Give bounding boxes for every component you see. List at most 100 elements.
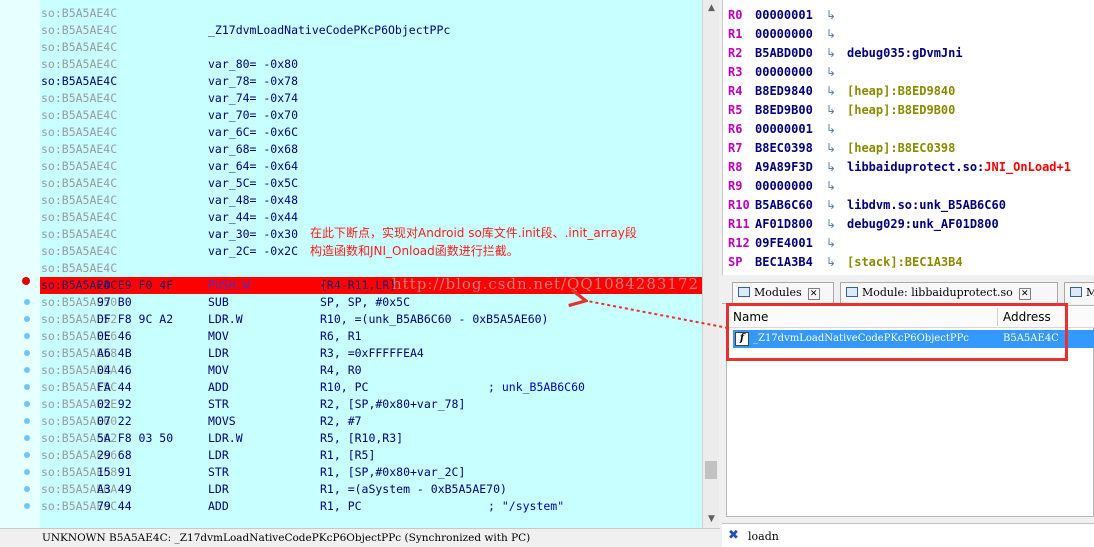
jump-arrow-icon[interactable]: ↳: [826, 44, 836, 63]
jump-arrow-icon[interactable]: ↳: [826, 158, 836, 177]
disasm-line[interactable]: so:B5A5AE60 07 22 MOVS R2, #7: [40, 413, 702, 430]
tab-modules[interactable]: Modules ✕: [732, 282, 834, 304]
register-reference[interactable]: [heap]:B8EC0398: [847, 139, 955, 158]
breakpoint-slot-icon[interactable]: [24, 333, 30, 339]
jump-arrow-icon[interactable]: ↳: [826, 253, 836, 272]
breakpoint-icon[interactable]: [22, 277, 30, 285]
disasm-line[interactable]: so:B5A5AE4C var_5C= -0x5C: [40, 175, 702, 192]
register-row[interactable]: R1 00000000 ↳: [723, 25, 1094, 44]
disasm-line[interactable]: so:B5A5AE52 DF F8 9C A2 LDR.W R10, =(unk_B5…: [40, 311, 702, 328]
jump-arrow-icon[interactable]: ↳: [826, 139, 836, 158]
disasm-line[interactable]: so:B5A5AE5A 04 46 MOV R4, R0: [40, 362, 702, 379]
module-icon: [738, 287, 750, 297]
jump-arrow-icon[interactable]: ↳: [826, 196, 836, 215]
register-reference[interactable]: libbaiduprotect.so:JNI_OnLoad+1: [847, 158, 1071, 177]
close-filter-icon[interactable]: ✖: [728, 528, 739, 544]
scrollbar-thumb[interactable]: [705, 461, 717, 479]
breakpoint-slot-icon[interactable]: [24, 384, 30, 390]
jump-arrow-icon[interactable]: ↳: [826, 177, 836, 196]
register-row[interactable]: R4 B8ED9840 ↳ [heap]:B8ED9840: [723, 82, 1094, 101]
jump-arrow-icon[interactable]: ↳: [826, 6, 836, 25]
breakpoint-slot-icon[interactable]: [24, 299, 30, 305]
jump-arrow-icon[interactable]: ↳: [826, 101, 836, 120]
disasm-line[interactable]: so:B5A5AE5C FA 44 ADD R10, PC; unk_B5AB6C60: [40, 379, 702, 396]
disassembly-view[interactable]: so:B5A5AE4C so:B5A5AE4C _Z17dvmLoadNativeC…: [40, 0, 702, 528]
breakpoint-slot-icon[interactable]: [24, 401, 30, 407]
register-value: 00000001: [755, 8, 813, 22]
disasm-line[interactable]: so:B5A5AE4C _Z17dvmLoadNativeCodePKcP6Obj…: [40, 22, 702, 39]
filter-input[interactable]: [748, 526, 1048, 546]
register-row[interactable]: R12 09FE4001 ↳: [723, 234, 1094, 253]
registers-panel[interactable]: R0 00000001 ↳ R1 00000000 ↳ R2 B5ABD0D0 ↳ debug03…: [722, 0, 1094, 275]
disasm-scrollbar[interactable]: ▲ ▼: [702, 0, 719, 528]
disasm-line[interactable]: so:B5A5AE4C var_80= -0x80: [40, 56, 702, 73]
line-label: var_5C= -0x5C: [208, 176, 299, 190]
register-name: R12: [728, 236, 750, 250]
register-row[interactable]: R0 00000001 ↳: [723, 6, 1094, 25]
register-row[interactable]: R9 00000000 ↳: [723, 177, 1094, 196]
breakpoint-slot-icon[interactable]: [24, 486, 30, 492]
disasm-line[interactable]: so:B5A5AE4C var_74= -0x74: [40, 90, 702, 107]
breakpoint-slot-icon[interactable]: [24, 435, 30, 441]
register-row[interactable]: R5 B8ED9B00 ↳ [heap]:B8ED9B00: [723, 101, 1094, 120]
register-row[interactable]: R7 B8EC0398 ↳ [heap]:B8EC0398: [723, 139, 1094, 158]
disasm-line[interactable]: so:B5A5AE5E 02 92 STR R2, [SP,#0x80+var_78]: [40, 396, 702, 413]
breakpoint-slot-icon[interactable]: [24, 316, 30, 322]
disasm-line[interactable]: so:B5A5AE58 A6 4B LDR R3, =0xFFFFFEA4: [40, 345, 702, 362]
reference-segment: libbaiduprotect.so:: [847, 160, 985, 174]
disasm-line[interactable]: so:B5A5AE4C: [40, 5, 702, 22]
breakpoint-slot-icon[interactable]: [24, 469, 30, 475]
disasm-line[interactable]: so:B5A5AE4C: [40, 39, 702, 56]
breakpoint-slot-icon[interactable]: [24, 452, 30, 458]
jump-arrow-icon[interactable]: ↳: [826, 234, 836, 253]
disasm-line[interactable]: so:B5A5AE4C var_78= -0x78: [40, 73, 702, 90]
register-row[interactable]: R2 B5ABD0D0 ↳ debug035:gDvmJni: [723, 44, 1094, 63]
register-reference[interactable]: [stack]:BEC1A3B4: [847, 253, 963, 272]
annotation-note: 在此下断点，实现对Android so库文件.init段、.init_array…: [310, 224, 710, 260]
register-value: B5ABD0D0: [755, 46, 813, 60]
register-row[interactable]: R8 A9A89F3D ↳ libbaiduprotect.so:JNI_OnLoad…: [723, 158, 1094, 177]
jump-arrow-icon[interactable]: ↳: [826, 63, 836, 82]
register-row[interactable]: R11 AF01D800 ↳ debug029:unk_AF01D800: [723, 215, 1094, 234]
register-row[interactable]: R10 B5AB6C60 ↳ libdvm.so:unk_B5AB6C60: [723, 196, 1094, 215]
disasm-line[interactable]: so:B5A5AE68 15 91 STR R1, [SP,#0x80+var_2C]: [40, 464, 702, 481]
disasm-line[interactable]: so:B5A5AE62 5A F8 03 50 LDR.W R5, [R10,R3]: [40, 430, 702, 447]
register-row[interactable]: R3 00000000 ↳: [723, 63, 1094, 82]
disasm-line[interactable]: so:B5A5AE4C var_70= -0x70: [40, 107, 702, 124]
disasm-line[interactable]: so:B5A5AE66 29 68 LDR R1, [R5]: [40, 447, 702, 464]
register-reference[interactable]: [heap]:B8ED9B00: [847, 101, 955, 120]
jump-arrow-icon[interactable]: ↳: [826, 82, 836, 101]
breakpoint-slot-icon[interactable]: [24, 418, 30, 424]
close-icon[interactable]: ✕: [1018, 288, 1031, 300]
disasm-line[interactable]: so:B5A5AE4C var_6C= -0x6C: [40, 124, 702, 141]
disasm-line[interactable]: so:B5A5AE6C 79 44 ADD R1, PC; "/system": [40, 498, 702, 515]
disasm-line[interactable]: so:B5A5AE4C var_64= -0x64: [40, 158, 702, 175]
tab-module-partial[interactable]: Mo: [1064, 282, 1094, 304]
disasm-gutter[interactable]: [0, 0, 40, 528]
tab-module-libbaiduprotect[interactable]: Module: libbaiduprotect.so ✕: [840, 282, 1058, 304]
disasm-line[interactable]: so:B5A5AE56 0E 46 MOV R6, R1: [40, 328, 702, 345]
scroll-down-icon[interactable]: ▼: [703, 511, 720, 528]
breakpoint-slot-icon[interactable]: [24, 503, 30, 509]
reference-name: unk_AF01D800: [912, 217, 999, 231]
jump-arrow-icon[interactable]: ↳: [826, 215, 836, 234]
register-reference[interactable]: [heap]:B8ED9840: [847, 82, 955, 101]
disasm-line[interactable]: so:B5A5AE4C var_68= -0x68: [40, 141, 702, 158]
scroll-up-icon[interactable]: ▲: [703, 0, 720, 17]
line-address: so:B5A5AE4C: [41, 244, 118, 258]
register-reference[interactable]: debug035:gDvmJni: [847, 44, 963, 63]
register-row[interactable]: SP BEC1A3B4 ↳ [stack]:BEC1A3B4: [723, 253, 1094, 272]
module-tabs: Modules✕ Module: libbaiduprotect.so✕ Mo: [722, 280, 1094, 304]
close-icon[interactable]: ✕: [807, 288, 820, 300]
disasm-line[interactable]: so:B5A5AE4C var_48= -0x48: [40, 192, 702, 209]
disasm-line[interactable]: so:B5A5AE50 97 B0 SUB SP, SP, #0x5C: [40, 294, 702, 311]
disasm-line[interactable]: so:B5A5AE6A A3 49 LDR R1, =(aSystem - 0xB5A…: [40, 481, 702, 498]
jump-arrow-icon[interactable]: ↳: [826, 25, 836, 44]
jump-arrow-icon[interactable]: ↳: [826, 120, 836, 139]
breakpoint-slot-icon[interactable]: [24, 367, 30, 373]
register-reference[interactable]: libdvm.so:unk_B5AB6C60: [847, 196, 1006, 215]
breakpoint-slot-icon[interactable]: [24, 350, 30, 356]
register-reference[interactable]: debug029:unk_AF01D800: [847, 215, 999, 234]
register-row[interactable]: R6 00000001 ↳: [723, 120, 1094, 139]
reference-name: B8ED9B00: [897, 103, 956, 117]
